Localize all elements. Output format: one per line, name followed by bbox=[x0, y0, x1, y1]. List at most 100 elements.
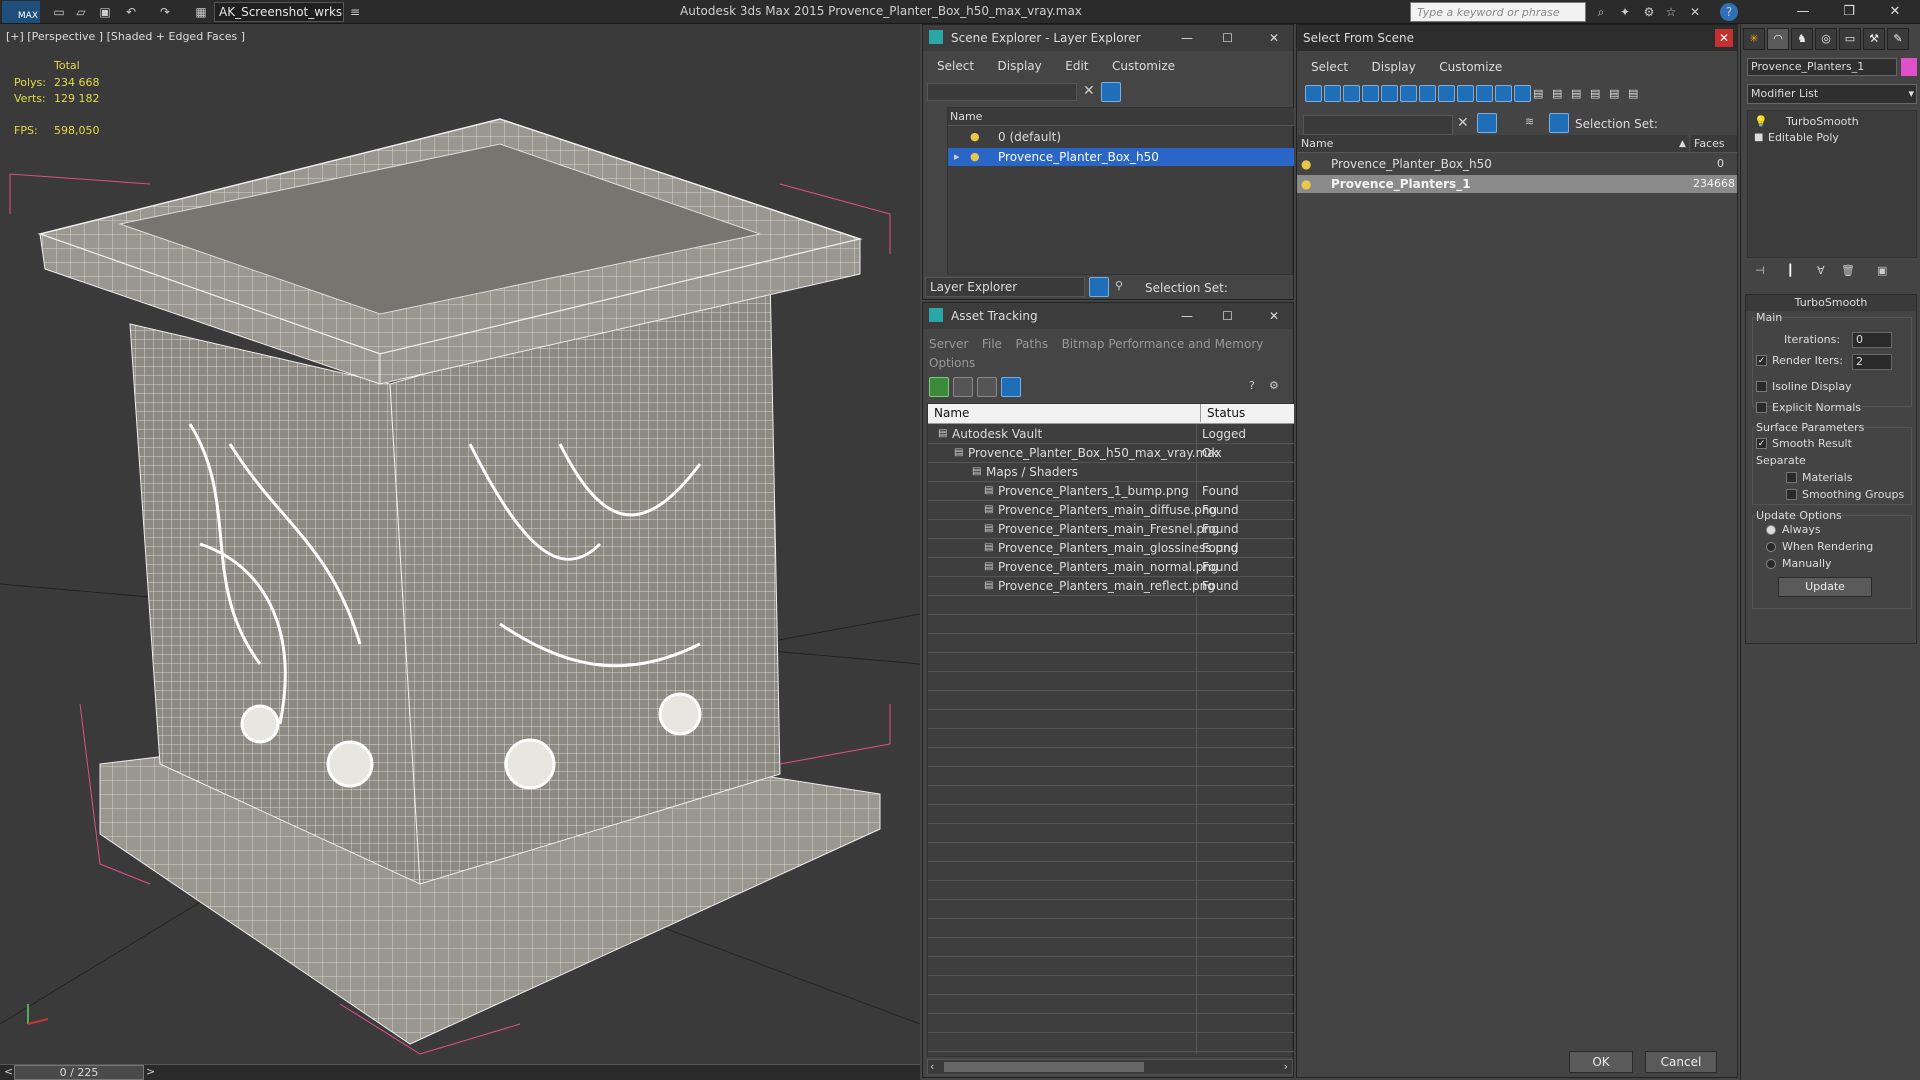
menu-paths[interactable]: Paths bbox=[1015, 337, 1048, 351]
filter-icon[interactable] bbox=[1101, 82, 1121, 102]
refresh-icon[interactable] bbox=[929, 377, 949, 397]
always-radio[interactable] bbox=[1766, 525, 1776, 535]
layers-icon[interactable]: ≋ bbox=[1525, 115, 1534, 128]
scroll-left-icon[interactable]: ‹ bbox=[930, 1060, 934, 1073]
lights-filter-icon[interactable] bbox=[1343, 85, 1360, 102]
scrollbar-thumb[interactable] bbox=[944, 1062, 1144, 1072]
binoculars-icon[interactable]: ⌕ bbox=[1592, 3, 1610, 21]
isoline-display-checkbox[interactable] bbox=[1756, 381, 1767, 392]
help-icon[interactable]: ? bbox=[1720, 3, 1738, 21]
clear-search-icon[interactable]: ✕ bbox=[1083, 83, 1095, 99]
close-icon[interactable]: ✕ bbox=[1269, 25, 1279, 51]
modify-tab-icon[interactable]: ◠ bbox=[1767, 28, 1789, 50]
new-file-icon[interactable]: ▭ bbox=[50, 3, 68, 21]
expand-arrow-icon[interactable]: ▸ bbox=[954, 150, 960, 163]
object-name-field[interactable]: Provence_Planters_1 bbox=[1747, 58, 1897, 76]
scene-explorer-titlebar[interactable]: Scene Explorer - Layer Explorer — ☐ ✕ bbox=[923, 25, 1293, 51]
help-icon[interactable]: ? bbox=[1249, 379, 1255, 392]
maximize-icon[interactable]: ☐ bbox=[1222, 25, 1233, 51]
maximize-icon[interactable]: ❐ bbox=[1830, 0, 1868, 24]
update-button[interactable]: Update bbox=[1778, 577, 1872, 597]
perspective-viewport[interactable]: [+] [Perspective ] [Shaded + Edged Faces… bbox=[0, 24, 920, 1065]
render-iters-checkbox[interactable]: ✓ bbox=[1756, 355, 1767, 366]
undo-icon[interactable]: ↶ bbox=[122, 3, 140, 21]
layer-row-selected[interactable]: Provence_Planter_Box_h50 bbox=[948, 148, 1294, 166]
hidden-filter-icon[interactable] bbox=[1514, 85, 1531, 102]
menu-options[interactable]: Options bbox=[929, 356, 975, 370]
asset-row[interactable]: ▤ Provence_Planters_main_glossiness.png Fo… bbox=[928, 539, 1294, 557]
menu-display[interactable]: Display bbox=[1372, 60, 1416, 74]
manually-radio[interactable] bbox=[1766, 559, 1776, 569]
bulb-icon[interactable]: ● bbox=[970, 150, 980, 163]
timeline-thumb[interactable]: 0 / 225 bbox=[14, 1065, 144, 1080]
menu-file[interactable]: File bbox=[982, 337, 1002, 351]
asset-tracking-titlebar[interactable]: Asset Tracking — ☐ ✕ bbox=[923, 303, 1293, 329]
invert-display-icon[interactable]: ▤ bbox=[1571, 87, 1581, 100]
column-header-status[interactable]: Status bbox=[1200, 404, 1245, 422]
app-logo[interactable]: MAX bbox=[2, 1, 40, 23]
open-file-icon[interactable]: ▱ bbox=[72, 3, 90, 21]
helpers-filter-icon[interactable] bbox=[1381, 85, 1398, 102]
xrefs-filter-icon[interactable] bbox=[1438, 85, 1455, 102]
asset-row[interactable]: ▤ Maps / Shaders bbox=[928, 463, 1294, 481]
materials-checkbox[interactable] bbox=[1786, 472, 1797, 483]
scene-explorer-search[interactable] bbox=[927, 83, 1077, 101]
remove-modifier-icon[interactable]: 🗑 bbox=[1841, 264, 1855, 277]
bulb-icon[interactable]: ● bbox=[1301, 175, 1311, 193]
select-search-input[interactable] bbox=[1303, 115, 1453, 135]
motion-tab-icon[interactable]: ◎ bbox=[1815, 28, 1837, 50]
bulb-icon[interactable]: ● bbox=[970, 130, 980, 143]
containers-filter-icon[interactable] bbox=[1476, 85, 1493, 102]
menu-edit[interactable]: Edit bbox=[1065, 59, 1088, 73]
workspace-menu-icon[interactable]: ≡ bbox=[346, 3, 364, 21]
scroll-right-icon[interactable]: › bbox=[1284, 1060, 1288, 1073]
make-unique-icon[interactable]: ∀ bbox=[1817, 264, 1825, 277]
menu-display[interactable]: Display bbox=[998, 59, 1042, 73]
timeline-prev-icon[interactable]: < bbox=[4, 1065, 13, 1078]
asset-row[interactable]: ▤ Provence_Planter_Box_h50_max_vray.max Ok bbox=[928, 444, 1294, 462]
search-input[interactable]: Type a keyword or phrase bbox=[1410, 2, 1586, 22]
close-icon[interactable]: ✕ bbox=[1876, 0, 1914, 24]
cancel-button[interactable]: Cancel bbox=[1645, 1051, 1717, 1073]
hierarchy-icon[interactable] bbox=[1549, 113, 1569, 133]
close-icon[interactable]: ✕ bbox=[1269, 303, 1279, 329]
utilities-tab-icon[interactable]: ⚒ bbox=[1863, 28, 1885, 50]
collapse-icon[interactable]: ▤ bbox=[1628, 87, 1638, 100]
column-header-name[interactable]: Name bbox=[948, 108, 1294, 126]
asset-row[interactable]: ▤ Autodesk Vault Logged bbox=[928, 425, 1294, 443]
create-tab-icon[interactable]: ✳ bbox=[1743, 28, 1765, 50]
show-end-result-icon[interactable]: ┃ bbox=[1787, 264, 1794, 277]
minimize-icon[interactable]: — bbox=[1181, 25, 1193, 51]
filter-options-icon[interactable]: ▤ bbox=[1609, 87, 1619, 100]
render-iters-spinner[interactable]: 2 bbox=[1852, 354, 1892, 370]
close-icon[interactable]: ✕ bbox=[1715, 29, 1733, 47]
settings-icon[interactable]: ⚙ bbox=[1269, 379, 1279, 392]
column-header-name[interactable]: Name bbox=[934, 404, 969, 422]
filter-icon[interactable] bbox=[1477, 113, 1497, 133]
save-icon[interactable]: ▣ bbox=[96, 3, 114, 21]
rollout-header[interactable]: TurboSmooth bbox=[1746, 295, 1916, 311]
bulb-icon[interactable]: ● bbox=[1301, 155, 1311, 173]
redo-icon[interactable]: ↷ bbox=[156, 3, 174, 21]
object-row-selected[interactable]: ● Provence_Planters_1 234668 bbox=[1297, 175, 1737, 193]
column-header-faces[interactable]: Faces bbox=[1689, 135, 1725, 153]
modifier-stack-item[interactable]: ■ Editable Poly bbox=[1748, 129, 1916, 147]
extra-tab-icon[interactable]: ✎ bbox=[1887, 28, 1909, 50]
cameras-filter-icon[interactable] bbox=[1362, 85, 1379, 102]
menu-customize[interactable]: Customize bbox=[1439, 60, 1502, 74]
object-color-swatch[interactable] bbox=[1901, 58, 1917, 76]
maximize-icon[interactable]: ☐ bbox=[1222, 303, 1233, 329]
geometry-filter-icon[interactable] bbox=[1305, 85, 1322, 102]
object-row[interactable]: ● Provence_Planter_Box_h50 0 bbox=[1297, 155, 1737, 173]
workspace-dropdown[interactable]: AK_Screenshot_wrksp bbox=[214, 2, 344, 22]
minimize-icon[interactable]: — bbox=[1784, 0, 1822, 24]
menu-customize[interactable]: Customize bbox=[1112, 59, 1175, 73]
modifier-list-dropdown[interactable]: Modifier List ▾ bbox=[1747, 84, 1917, 104]
horizontal-scrollbar[interactable]: ‹ › bbox=[927, 1059, 1293, 1075]
time-slider[interactable]: < 0 / 225 > bbox=[0, 1064, 920, 1080]
sort-icon[interactable]: ▤ bbox=[1590, 87, 1600, 100]
clear-search-icon[interactable]: ✕ bbox=[1457, 115, 1469, 131]
configure-sets-icon[interactable]: ▣ bbox=[1877, 264, 1887, 277]
hierarchy-icon[interactable]: ⚲ bbox=[1115, 279, 1123, 292]
display-tab-icon[interactable]: ▭ bbox=[1839, 28, 1861, 50]
